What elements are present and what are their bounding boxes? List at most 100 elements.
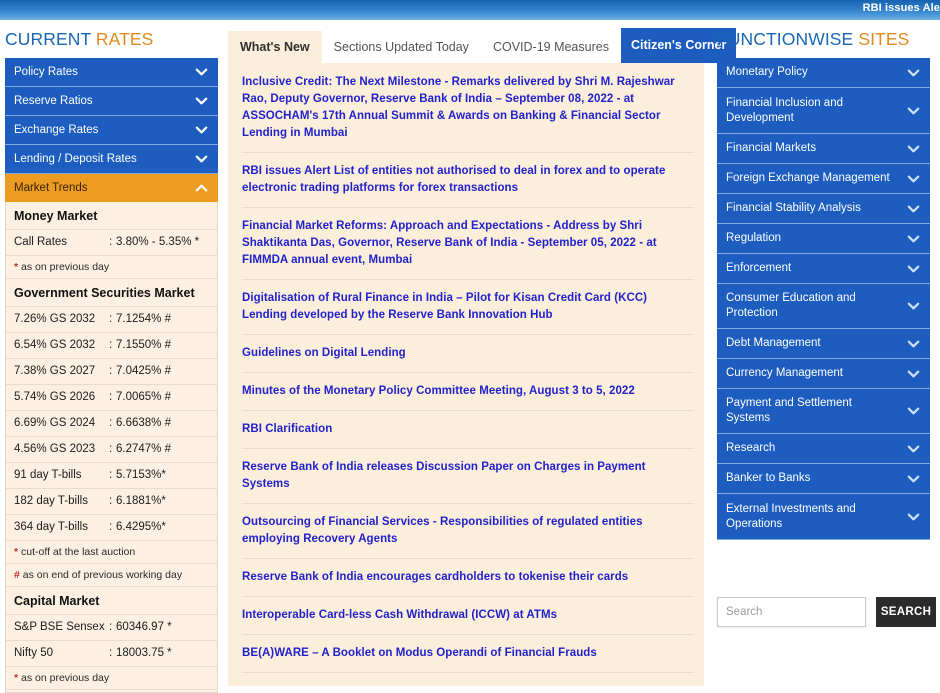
chevron-down-icon: [906, 441, 921, 456]
accordion-label: Exchange Rates: [14, 124, 99, 136]
fw-item-financial-stability-analysis[interactable]: Financial Stability Analysis: [717, 194, 930, 224]
news-tabs: What's New Sections Updated Today COVID-…: [228, 20, 737, 63]
list-item: Reserve Bank of India encourages cardhol…: [242, 559, 694, 597]
accordion-label: Reserve Ratios: [14, 95, 93, 107]
rate-label: 364 day T-bills: [14, 521, 88, 533]
fw-item-consumer-education-and-protection[interactable]: Consumer Education and Protection: [717, 284, 930, 329]
accordion-label: Policy Rates: [14, 66, 78, 78]
accordion-item-market-trends[interactable]: Market Trends: [5, 174, 218, 202]
fw-item-label: Monetary Policy: [726, 66, 808, 78]
news-link[interactable]: Inclusive Credit: The Next Milestone - R…: [242, 74, 692, 142]
fw-item-enforcement[interactable]: Enforcement: [717, 254, 930, 284]
rate-colon: :: [109, 313, 113, 325]
rate-label: 5.74% GS 2026: [14, 391, 96, 403]
fw-item-regulation[interactable]: Regulation: [717, 224, 930, 254]
table-row: Nifty 50 : 18003.75 *: [6, 641, 217, 667]
fw-item-banker-to-banks[interactable]: Banker to Banks: [717, 464, 930, 494]
rate-colon: :: [109, 365, 113, 377]
chevron-down-icon: [906, 231, 921, 246]
rate-value: 7.1254% #: [116, 313, 171, 325]
accordion-item-reserve-ratios[interactable]: Reserve Ratios: [5, 87, 218, 116]
fw-item-label: External Investments and Operations: [726, 503, 856, 530]
rate-value: 5.7153%*: [116, 469, 166, 481]
fw-item-label: Payment and Settlement Systems: [726, 397, 852, 424]
functionwise-heading: FUNCTIONWISE SITES: [712, 20, 940, 58]
search-input[interactable]: [717, 597, 866, 627]
rate-value: 60346.97 *: [116, 621, 172, 633]
table-row: 5.74% GS 2026 : 7.0065% #: [6, 385, 217, 411]
capital-market-footnote: * as on previous day: [6, 667, 217, 690]
news-link[interactable]: Reserve Bank of India releases Discussio…: [242, 459, 692, 493]
chevron-down-icon: [906, 299, 921, 314]
chevron-down-icon: [906, 171, 921, 186]
tab-covid-19-measures[interactable]: COVID-19 Measures: [481, 31, 621, 63]
rate-value: 6.1881%*: [116, 495, 166, 507]
rate-label: 4.56% GS 2023: [14, 443, 96, 455]
fw-item-debt-management[interactable]: Debt Management: [717, 329, 930, 359]
fw-item-label: Consumer Education and Protection: [726, 292, 856, 319]
news-link[interactable]: Interoperable Card-less Cash Withdrawal …: [242, 607, 692, 624]
current-rates-heading-secondary: RATES: [95, 29, 154, 49]
table-row: 6.54% GS 2032 : 7.1550% #: [6, 333, 217, 359]
news-link[interactable]: Reserve Bank of India encourages cardhol…: [242, 569, 692, 586]
fw-item-foreign-exchange-management[interactable]: Foreign Exchange Management: [717, 164, 930, 194]
rate-colon: :: [109, 391, 113, 403]
rate-value: 7.0065% #: [116, 391, 171, 403]
tab-sections-updated-today[interactable]: Sections Updated Today: [322, 31, 481, 63]
gsec-heading: Government Securities Market: [6, 279, 217, 307]
rate-colon: :: [109, 339, 113, 351]
news-link[interactable]: Digitalisation of Rural Finance in India…: [242, 290, 692, 324]
rate-colon: :: [109, 621, 113, 633]
rate-label: 6.54% GS 2032: [14, 339, 96, 351]
chevron-down-icon: [906, 509, 921, 524]
accordion-item-policy-rates[interactable]: Policy Rates: [5, 58, 218, 87]
gsec-footnote-asterisk: * cut-off at the last auction: [6, 541, 217, 564]
list-item: RBI issues Alert List of entities not au…: [242, 153, 694, 208]
rate-label: Call Rates: [14, 236, 68, 248]
news-link[interactable]: BE(A)WARE – A Booklet on Modus Operandi …: [242, 645, 692, 662]
news-list: Inclusive Credit: The Next Milestone - R…: [228, 63, 704, 686]
accordion-item-exchange-rates[interactable]: Exchange Rates: [5, 116, 218, 145]
rate-value: 7.1550% #: [116, 339, 171, 351]
news-link[interactable]: Guidelines on Digital Lending: [242, 345, 692, 362]
table-row: 364 day T-bills : 6.4295%*: [6, 515, 217, 541]
rate-colon: :: [109, 521, 113, 533]
fw-item-external-investments-and-operations[interactable]: External Investments and Operations: [717, 494, 930, 540]
list-item: RBI Clarification: [242, 411, 694, 449]
chevron-down-icon: [194, 65, 209, 80]
news-link[interactable]: Financial Market Reforms: Approach and E…: [242, 218, 692, 269]
list-item: BE(A)WARE – A Booklet on Modus Operandi …: [242, 635, 694, 673]
fw-item-label: Regulation: [726, 232, 781, 244]
table-row: 6.69% GS 2024 : 6.6638% #: [6, 411, 217, 437]
news-link[interactable]: Minutes of the Monetary Policy Committee…: [242, 383, 692, 400]
news-link[interactable]: RBI Clarification: [242, 421, 692, 438]
chevron-down-icon: [194, 123, 209, 138]
table-row: S&P BSE Sensex : 60346.97 *: [6, 615, 217, 641]
rate-value: 6.2747% #: [116, 443, 171, 455]
fw-item-label: Financial Markets: [726, 142, 817, 154]
search-button[interactable]: SEARCH: [876, 597, 936, 627]
chevron-up-icon: [194, 181, 209, 196]
rate-colon: :: [109, 469, 113, 481]
news-link[interactable]: Outsourcing of Financial Services - Resp…: [242, 514, 692, 548]
fw-item-financial-inclusion-and-development[interactable]: Financial Inclusion and Development: [717, 88, 930, 134]
fw-item-label: Financial Inclusion and Development: [726, 97, 843, 124]
accordion-label: Market Trends: [14, 182, 88, 194]
current-rates-accordion: Policy Rates Reserve Ratios Exchange Rat…: [5, 58, 218, 202]
rate-value: 3.80% - 5.35% *: [116, 236, 200, 248]
fw-item-currency-management[interactable]: Currency Management: [717, 359, 930, 389]
fw-item-research[interactable]: Research: [717, 434, 930, 464]
rate-value: 6.4295%*: [116, 521, 166, 533]
fw-item-monetary-policy[interactable]: Monetary Policy: [717, 58, 930, 88]
accordion-item-lending-deposit-rates[interactable]: Lending / Deposit Rates: [5, 145, 218, 174]
fw-item-label: Currency Management: [726, 367, 843, 379]
fw-item-label: Debt Management: [726, 337, 821, 349]
functionwise-heading-primary: FUNCTIONWISE: [717, 29, 854, 49]
news-link[interactable]: RBI issues Alert List of entities not au…: [242, 163, 692, 197]
tab-whats-new[interactable]: What's New: [228, 31, 322, 63]
chevron-down-icon: [906, 65, 921, 80]
fw-item-payment-and-settlement-systems[interactable]: Payment and Settlement Systems: [717, 389, 930, 434]
rate-label: 7.26% GS 2032: [14, 313, 96, 325]
fw-item-financial-markets[interactable]: Financial Markets: [717, 134, 930, 164]
top-ticker-bar: RBI issues Ale: [0, 0, 940, 20]
